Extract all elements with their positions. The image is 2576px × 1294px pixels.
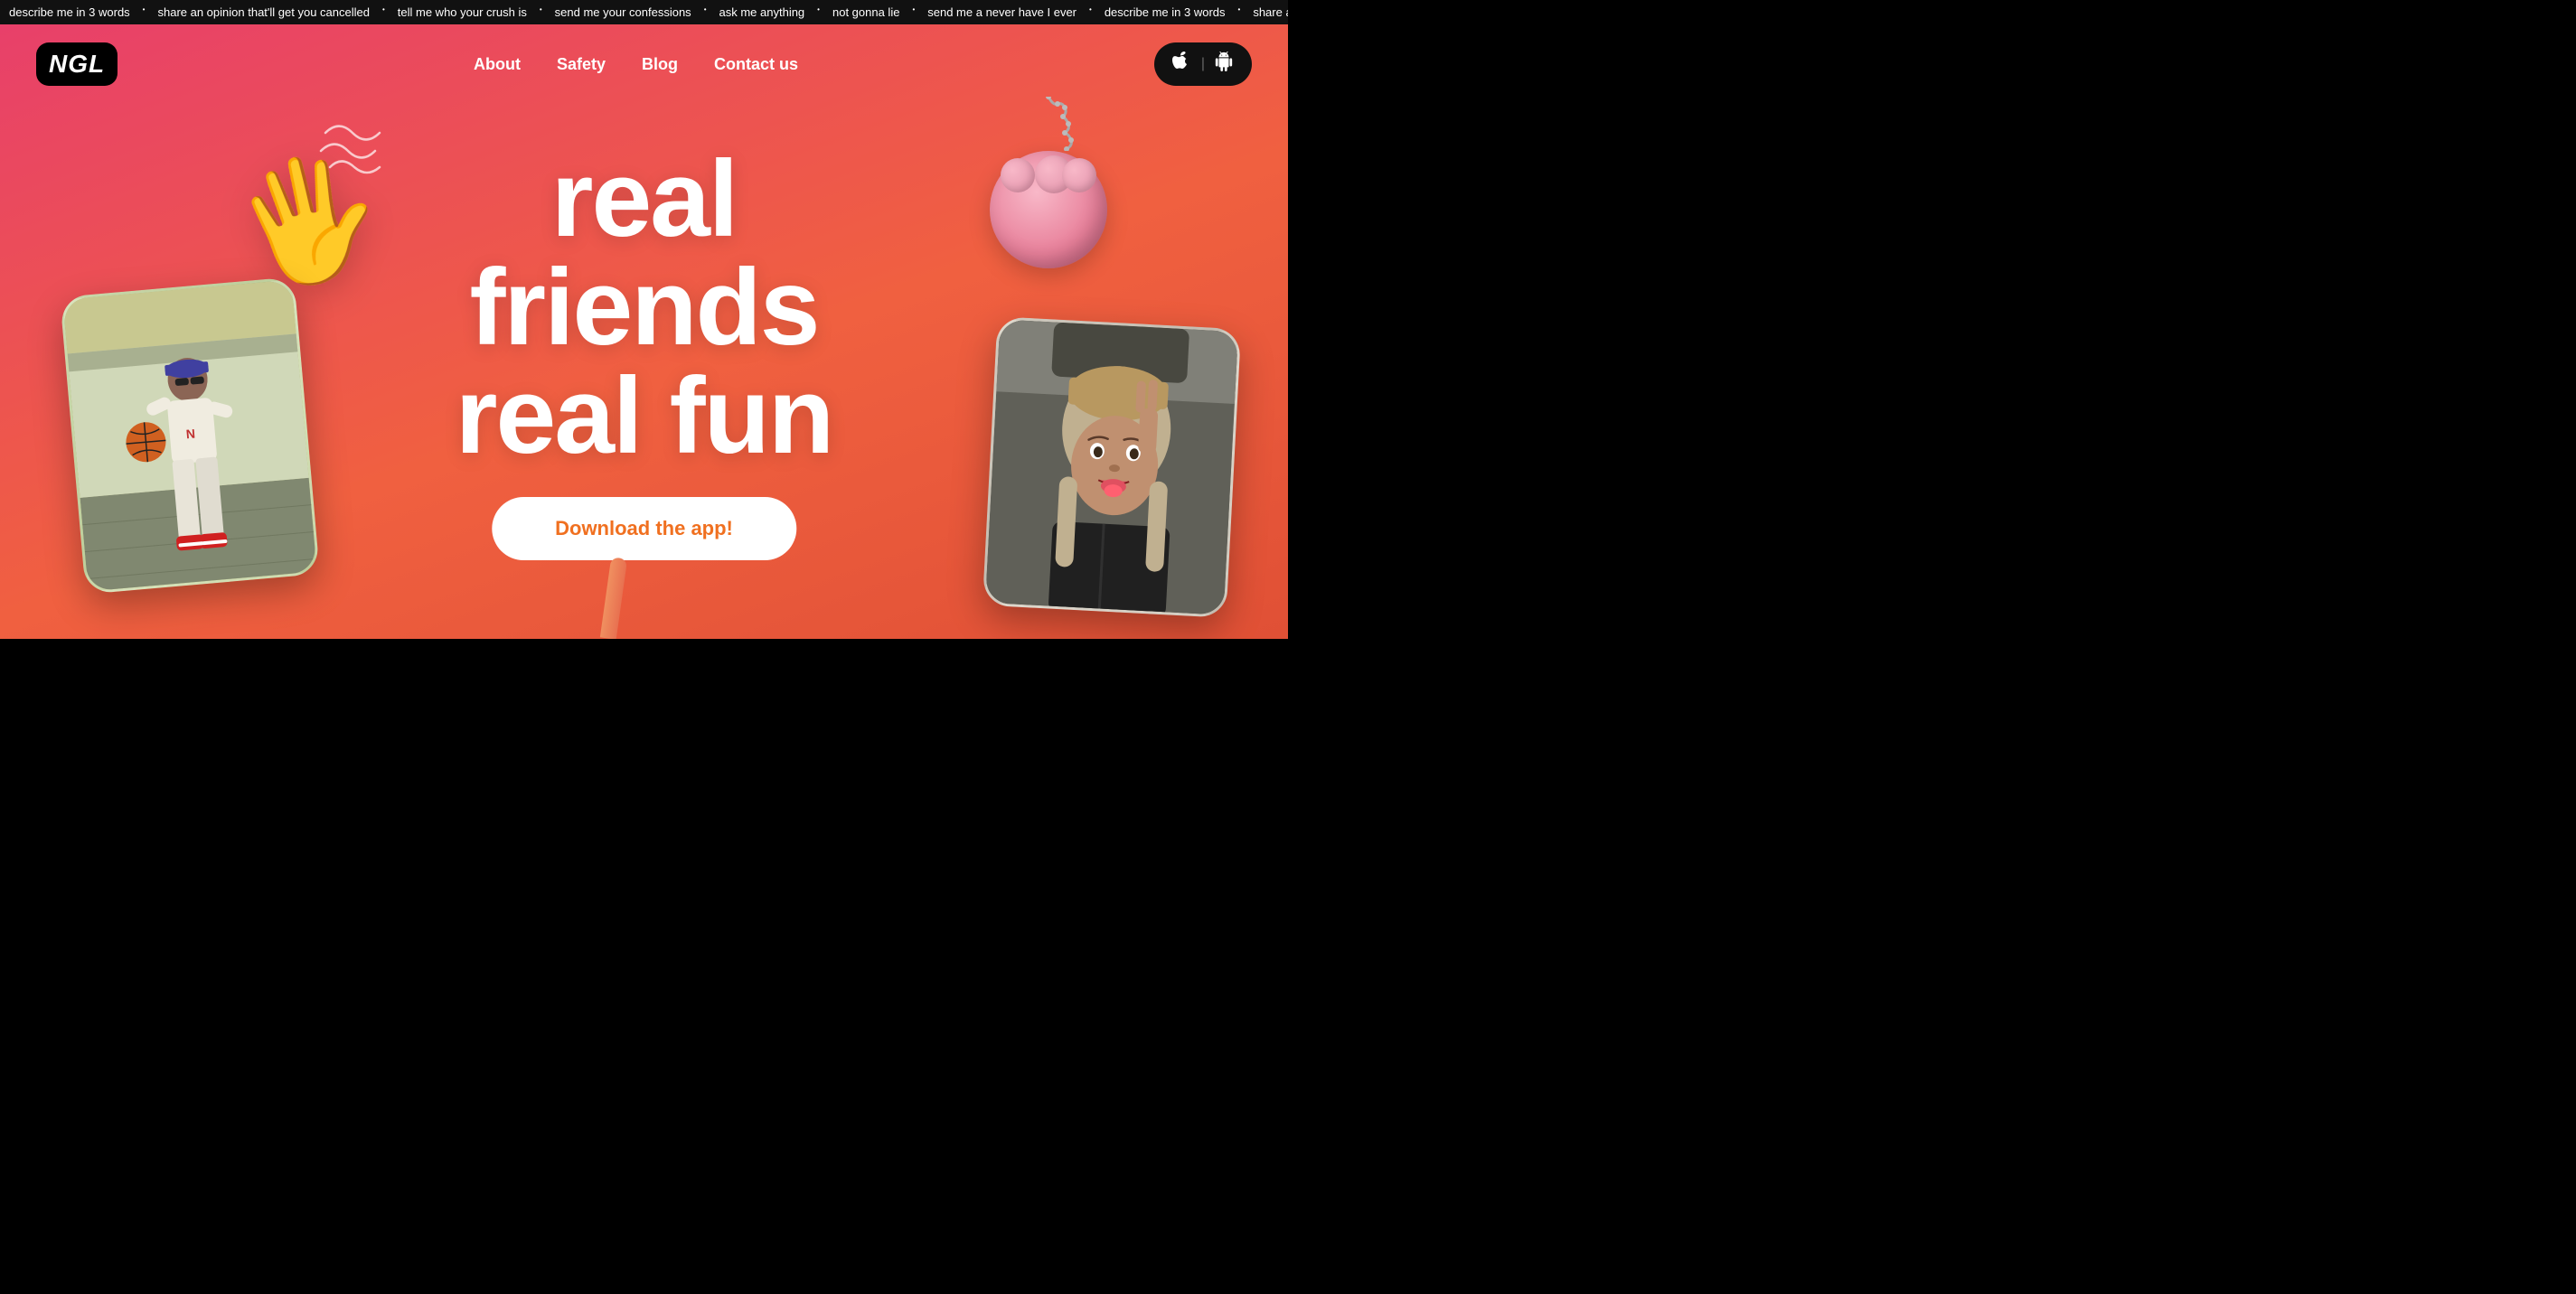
photo-card-left: N [60,277,320,594]
logo-text: NGL [49,50,105,79]
apple-icon [1172,52,1192,77]
basketball-player-image: N [62,280,316,592]
paw-ball [990,151,1107,268]
hero-title: real friends real fun [456,145,832,470]
navbar: NGL About Safety Blog Contact us | [0,24,1288,104]
ticker-item: not gonna lie [823,5,908,19]
ticker-content: describe me in 3 words • share an opinio… [0,5,1288,19]
nav-safety[interactable]: Safety [557,55,606,74]
ticker-item: share an opinion that'll get you cancell… [148,5,378,19]
download-app-button[interactable]: Download the app! [492,497,796,560]
ticker-dot: • [813,5,823,19]
ticker-bar: describe me in 3 words • share an opinio… [0,0,1288,24]
ticker-item: describe me in 3 words [0,5,139,19]
ticker-item: ask me anything [710,5,814,19]
paw-charm-decoration [990,97,1107,268]
straw-decoration [600,557,627,639]
photo-card-right [982,316,1241,618]
paw-toe [1062,158,1096,192]
ticker-item: describe me in 3 words [1095,5,1235,19]
ticker-item: share an opinion that'll get you cancell… [1244,5,1288,19]
android-icon [1214,52,1234,77]
ticker-dot: • [379,5,389,19]
ticker-dot: • [536,5,546,19]
ticker-dot: • [139,5,149,19]
chain-svg [1003,97,1094,151]
nav-contact[interactable]: Contact us [714,55,798,74]
hero-content: real friends real fun Download the app! [456,145,832,560]
wavy-decoration [316,115,389,183]
hero-line-2: friends [456,253,832,361]
ticker-dot: • [1086,5,1095,19]
svg-text:N: N [185,427,195,442]
ticker-dot: • [700,5,710,19]
paw-toe [1001,158,1035,192]
nav-links: About Safety Blog Contact us [474,55,798,74]
hero-line-1: real [456,145,832,253]
nav-blog[interactable]: Blog [642,55,678,74]
ticker-item: send me your confessions [546,5,700,19]
ticker-item: send me a never have I ever [918,5,1086,19]
nav-about[interactable]: About [474,55,521,74]
app-download-buttons[interactable]: | [1154,42,1252,86]
ticker-dot: • [908,5,918,19]
app-divider: | [1201,56,1205,72]
logo[interactable]: NGL [36,42,118,86]
hero-line-3: real fun [456,361,832,470]
download-btn-label: Download the app! [555,517,733,539]
girl-image [985,319,1238,614]
ticker-item: tell me who your crush is [389,5,536,19]
hero-section: NGL About Safety Blog Contact us | [0,24,1288,639]
ticker-dot: • [1235,5,1245,19]
